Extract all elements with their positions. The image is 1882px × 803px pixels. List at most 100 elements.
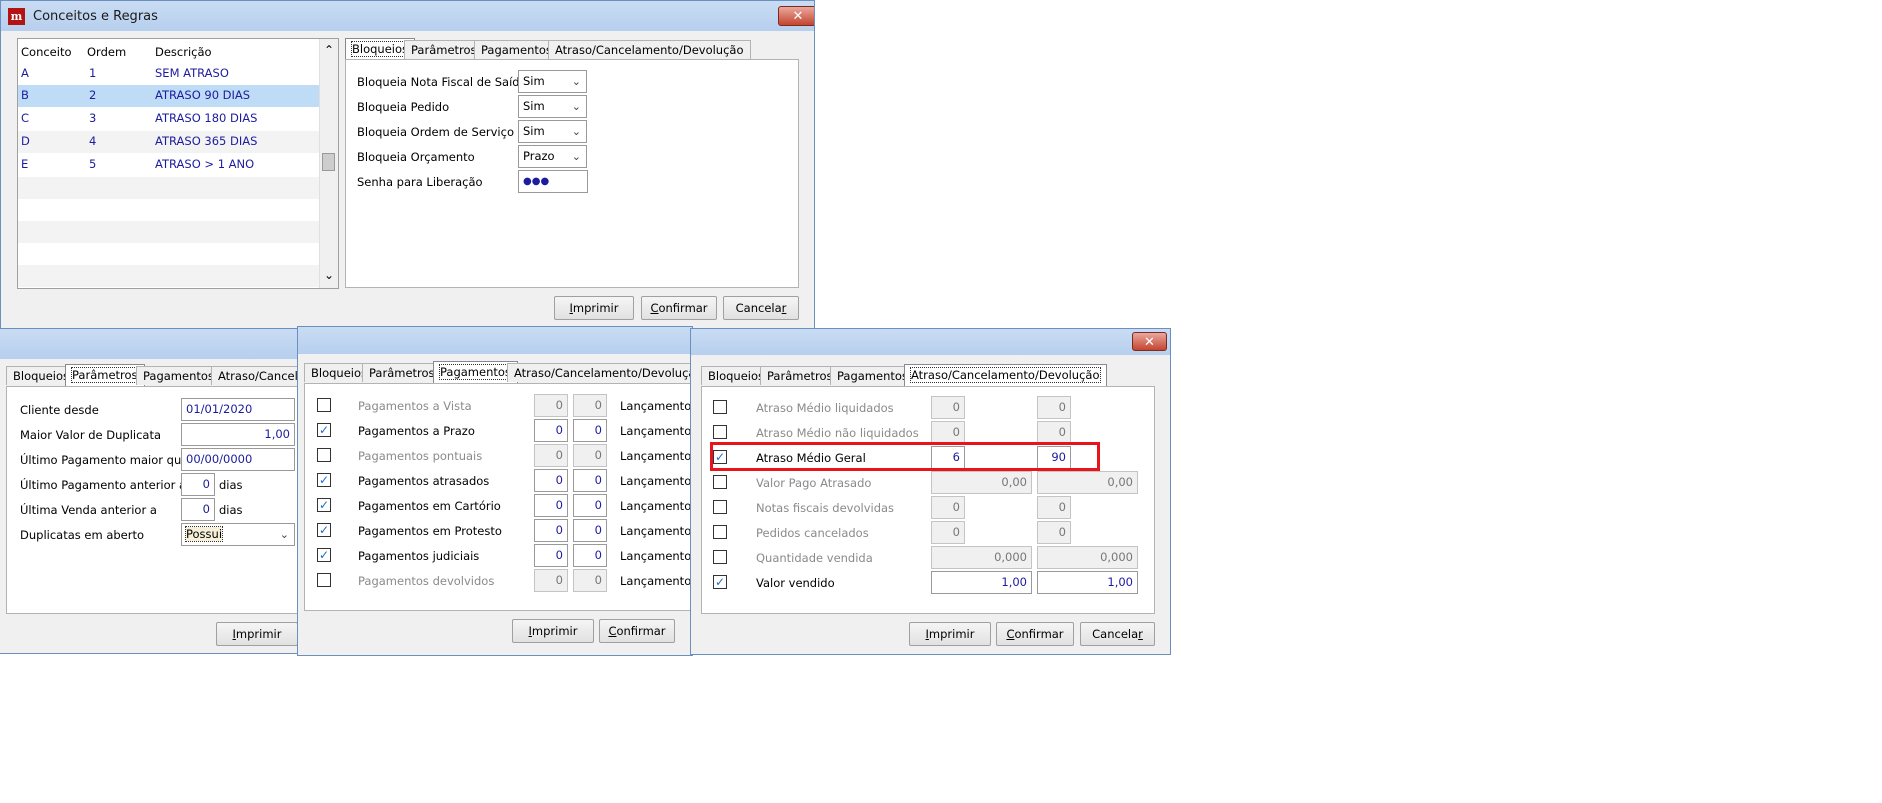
title-bar[interactable] (298, 327, 692, 354)
table-row[interactable]: C 3 ATRASO 180 DIAS (18, 108, 319, 130)
checkbox[interactable] (317, 573, 331, 587)
cancelar-button[interactable]: Cancelar (1080, 622, 1155, 646)
value-field-2[interactable]: 0 (573, 569, 607, 592)
pedido-select[interactable]: Sim ⌄ (518, 95, 587, 118)
value-field-1[interactable]: 0 (931, 396, 965, 419)
checkbox[interactable]: ✓ (317, 423, 331, 437)
senha-field[interactable]: ●●● (518, 170, 588, 193)
tab-atraso[interactable]: Atraso/Cancelar (211, 366, 299, 385)
atraso-panel: Atraso Médio liquidados 0 0 Atraso Médio… (701, 386, 1155, 614)
value-field-1[interactable]: 0 (931, 521, 965, 544)
tab-parametros[interactable]: Parâmetros (760, 366, 840, 385)
value-field-2[interactable]: 0 (1037, 421, 1071, 444)
checkbox[interactable]: ✓ (317, 473, 331, 487)
tab-parametros[interactable]: Parâmetros (362, 363, 442, 382)
cancelar-button[interactable]: Cancelar (723, 296, 799, 320)
value-field-2[interactable]: 0 (573, 394, 607, 417)
value-field-2[interactable]: 0,000 (1037, 546, 1138, 569)
title-bar[interactable] (0, 329, 299, 359)
checkbox[interactable]: ✓ (317, 498, 331, 512)
ultimo-pag-anterior-field[interactable]: 0 (181, 473, 215, 496)
close-button[interactable]: ✕ (1132, 332, 1167, 351)
tab-pagamentos[interactable]: Pagamentos (433, 361, 518, 383)
column-header-descricao[interactable]: Descrição (155, 45, 212, 59)
value-field-1[interactable]: 0,000 (931, 546, 1032, 569)
tab-atraso[interactable]: Atraso/Cancelamento/Devolução (548, 40, 751, 59)
value-field-1[interactable]: 0 (534, 394, 568, 417)
checkbox[interactable]: ✓ (317, 548, 331, 562)
cliente-desde-field[interactable]: 01/01/2020 (181, 398, 295, 421)
checkbox[interactable]: ✓ (317, 523, 331, 537)
value-field-1[interactable]: 0 (534, 569, 568, 592)
value-field-2[interactable]: 0,00 (1037, 471, 1138, 494)
value-field-1[interactable]: 0 (534, 494, 568, 517)
checkbox[interactable] (713, 525, 727, 539)
value-field-1[interactable]: 0,00 (931, 471, 1032, 494)
confirmar-button[interactable]: Confirmar (641, 296, 717, 320)
tab-pagamentos[interactable]: Pagamentos (474, 40, 559, 59)
ultimo-pag-maior-field[interactable]: 00/00/0000 (181, 448, 295, 471)
value-field-2[interactable]: 0 (573, 469, 607, 492)
imprimir-button[interactable]: Imprimir (216, 622, 298, 646)
value-field-1[interactable]: 0 (534, 444, 568, 467)
close-button[interactable]: ✕ (778, 6, 814, 26)
tab-atraso[interactable]: Atraso/Cancelamento/Devolução (904, 364, 1107, 386)
value-field-2[interactable]: 0 (573, 494, 607, 517)
maior-valor-field[interactable]: 1,00 (181, 423, 295, 446)
checkbox[interactable] (713, 425, 727, 439)
value-field-2[interactable]: 0 (573, 444, 607, 467)
checkbox[interactable] (713, 400, 727, 414)
value-field-1[interactable]: 0 (534, 544, 568, 567)
checkbox[interactable] (713, 500, 727, 514)
value-field-2[interactable]: 0 (573, 519, 607, 542)
imprimir-button[interactable]: Imprimir (909, 622, 991, 646)
tab-atraso[interactable]: Atraso/Cancelamento/Devolução (507, 363, 692, 382)
checkbox[interactable] (317, 398, 331, 412)
value-field-2[interactable]: 0 (1037, 521, 1071, 544)
nota-fiscal-select[interactable]: Sim ⌄ (518, 70, 587, 93)
scroll-thumb[interactable] (322, 153, 335, 171)
value-field-2[interactable]: 1,00 (1037, 571, 1138, 594)
checkbox[interactable]: ✓ (713, 575, 727, 589)
conceitos-grid[interactable]: Conceito Ordem Descrição A 1 SEM ATRASO … (17, 38, 339, 289)
scroll-up-icon[interactable]: ⌃ (324, 43, 334, 57)
value-field-1[interactable]: 1,00 (931, 571, 1032, 594)
value-field-1[interactable]: 0 (931, 496, 965, 519)
value-field-2[interactable]: 0 (573, 419, 607, 442)
row-label: Pagamentos devolvidos (358, 574, 495, 588)
title-bar[interactable]: m Conceitos e Regras ✕ (1, 1, 814, 31)
tab-parametros[interactable]: Parâmetros (404, 40, 484, 59)
scroll-down-icon[interactable]: ⌄ (324, 268, 334, 282)
checkbox[interactable] (713, 475, 727, 489)
tab-parametros[interactable]: Parâmetros (65, 364, 145, 386)
value-field-1[interactable]: 0 (534, 419, 568, 442)
tab-pagamentos[interactable]: Pagamentos (136, 366, 221, 385)
checkbox[interactable] (317, 448, 331, 462)
imprimir-button[interactable]: Imprimir (554, 296, 634, 320)
orcamento-select[interactable]: Prazo ⌄ (518, 145, 587, 168)
value-field-2[interactable]: 0 (573, 544, 607, 567)
tab-pagamentos[interactable]: Pagamentos (830, 366, 915, 385)
table-row[interactable]: E 5 ATRASO > 1 ANO (18, 154, 319, 176)
ordem-servico-select[interactable]: Sim ⌄ (518, 120, 587, 143)
column-header-ordem[interactable]: Ordem (87, 45, 126, 59)
table-row-selected[interactable]: B 2 ATRASO 90 DIAS (18, 85, 319, 107)
title-bar[interactable]: ✕ (691, 329, 1170, 355)
value-field-1[interactable]: 0 (931, 421, 965, 444)
grid-scrollbar[interactable]: ⌃ ⌄ (319, 39, 338, 288)
button-label: mprimir (928, 627, 975, 641)
imprimir-button[interactable]: Imprimir (512, 619, 594, 643)
table-row[interactable]: D 4 ATRASO 365 DIAS (18, 131, 319, 153)
value-field-1[interactable]: 0 (534, 469, 568, 492)
duplicatas-select[interactable]: Possui ⌄ (181, 523, 295, 546)
ultima-venda-field[interactable]: 0 (181, 498, 215, 521)
value-field-2[interactable]: 0 (1037, 496, 1071, 519)
confirmar-button[interactable]: Confirmar (996, 622, 1074, 646)
checkbox[interactable] (713, 550, 727, 564)
table-row[interactable]: A 1 SEM ATRASO (18, 63, 319, 85)
value-field-2[interactable]: 0 (1037, 396, 1071, 419)
value-field-1[interactable]: 0 (534, 519, 568, 542)
cell-conceito: E (21, 157, 29, 171)
column-header-conceito[interactable]: Conceito (21, 45, 72, 59)
confirmar-button[interactable]: Confirmar (599, 619, 675, 643)
